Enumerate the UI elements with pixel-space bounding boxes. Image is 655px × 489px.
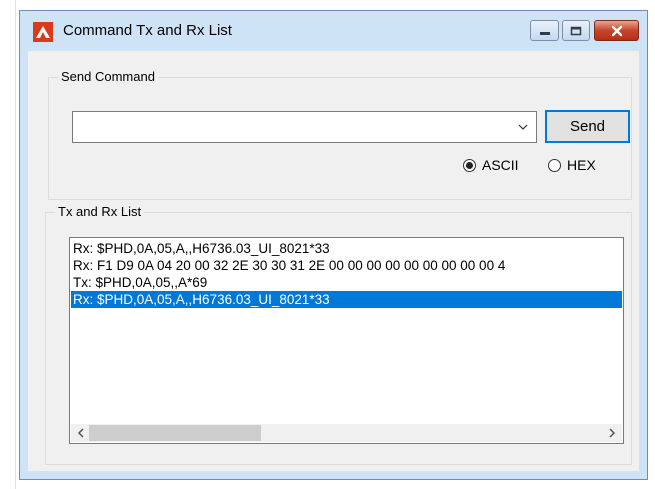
list-item-selected[interactable]: Rx: $PHD,0A,05,A,,H6736.03_UI_8021*33 (71, 291, 622, 308)
send-command-label: Send Command (58, 69, 158, 84)
scroll-thumb[interactable] (89, 425, 261, 441)
ascii-label: ASCII (482, 157, 519, 173)
minimize-button[interactable] (530, 20, 559, 41)
client-area: Send Command Send ASCII HEX Tx and Rx Li… (28, 51, 639, 471)
maximize-button[interactable] (562, 20, 590, 41)
chevron-down-icon[interactable] (516, 120, 530, 134)
hex-radio[interactable]: HEX (548, 157, 596, 173)
radio-unchecked-icon[interactable] (548, 158, 561, 172)
tx-rx-list-label: Tx and Rx List (55, 204, 145, 219)
chevron-left-icon[interactable] (74, 426, 88, 440)
background-edge (0, 0, 19, 489)
list-item[interactable]: Rx: $PHD,0A,05,A,,H6736.03_UI_8021*33 (71, 240, 622, 257)
close-icon (611, 25, 622, 36)
tx-rx-listbox[interactable]: Rx: $PHD,0A,05,A,,H6736.03_UI_8021*33 Rx… (69, 237, 624, 444)
maximize-icon (570, 26, 582, 35)
chevron-right-icon[interactable] (605, 426, 619, 440)
app-logo-icon (33, 22, 53, 42)
command-window: Command Tx and Rx List Send Command Send… (19, 10, 648, 480)
ascii-radio[interactable]: ASCII (463, 157, 519, 173)
horizontal-scrollbar[interactable] (71, 424, 622, 442)
title-bar[interactable]: Command Tx and Rx List (20, 11, 647, 51)
list-item[interactable]: Tx: $PHD,0A,05,,A*69 (71, 274, 622, 291)
window-title: Command Tx and Rx List (63, 22, 232, 39)
hex-label: HEX (567, 157, 596, 173)
command-combobox[interactable] (72, 111, 537, 143)
send-button[interactable]: Send (545, 110, 630, 143)
close-button[interactable] (594, 20, 639, 41)
radio-checked-icon[interactable] (463, 158, 476, 172)
minimize-icon (539, 31, 550, 35)
list-item[interactable]: Rx: F1 D9 0A 04 20 00 32 2E 30 30 31 2E … (71, 257, 622, 274)
